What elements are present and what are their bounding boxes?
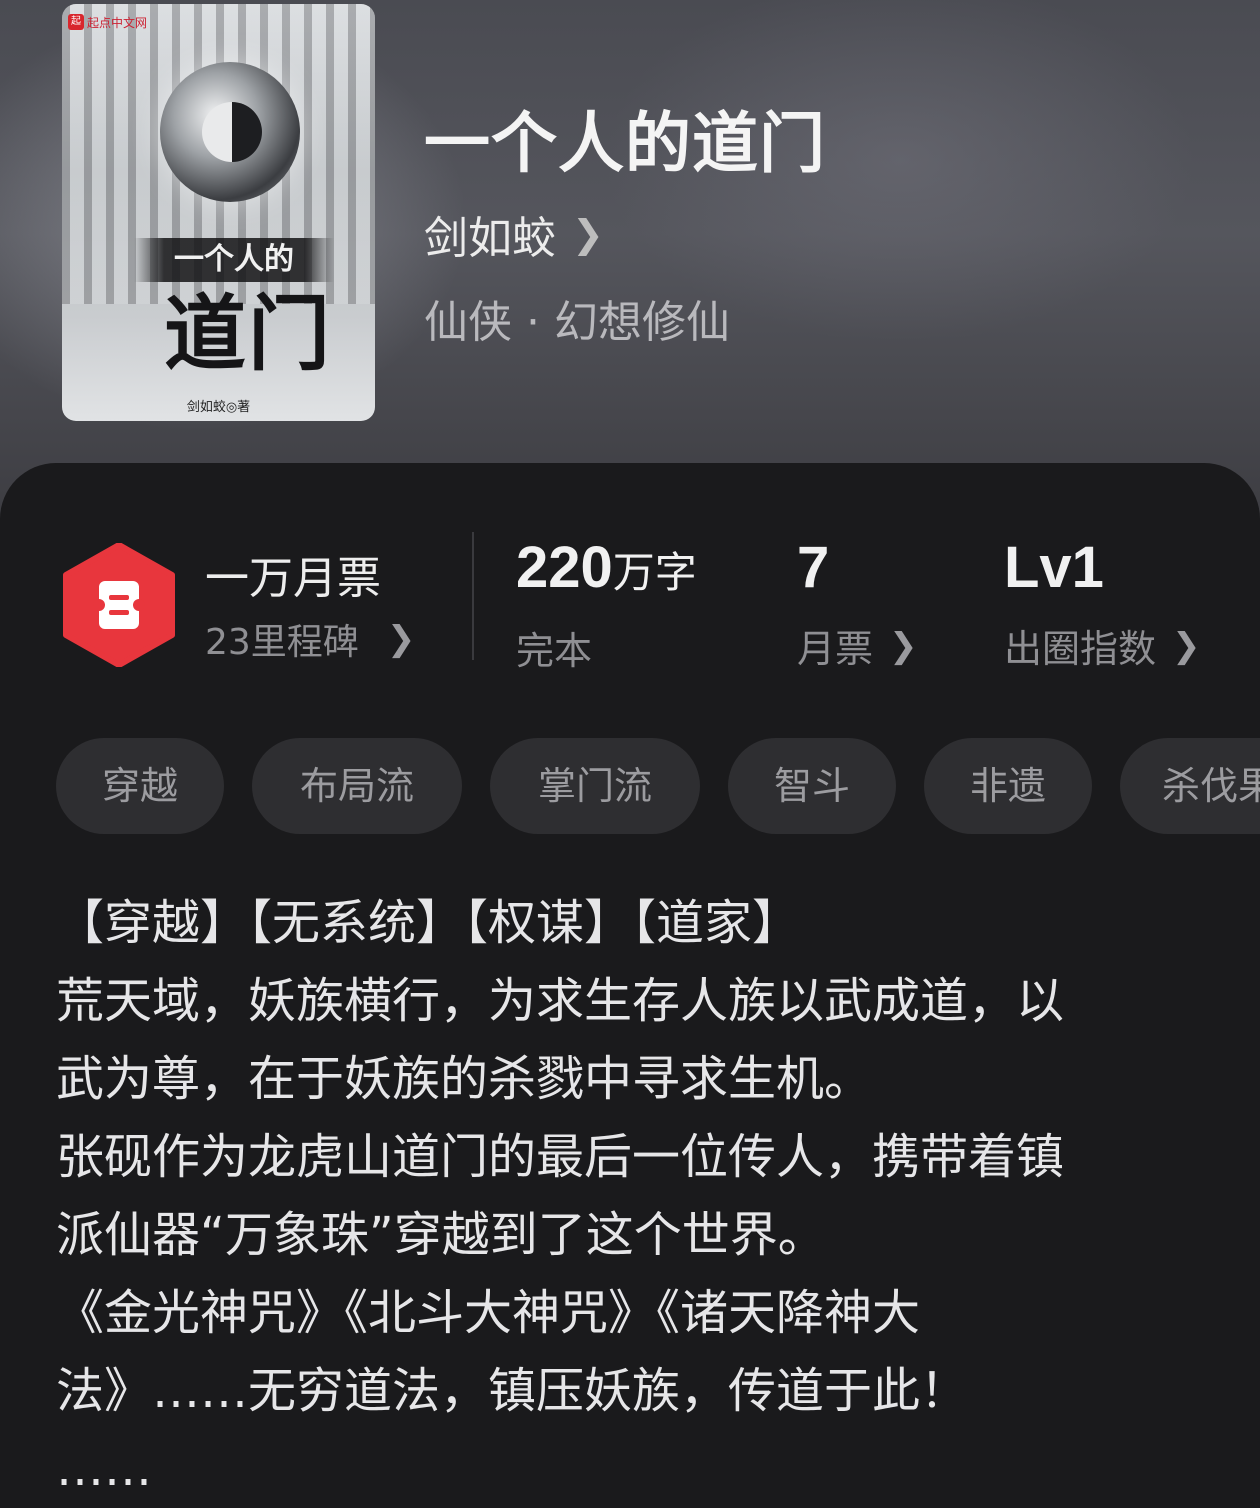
popularity-label: 出圈指数 — [1004, 627, 1157, 671]
book-title: 一个人的道门 — [424, 104, 826, 182]
completion-status: 完本 — [516, 629, 593, 673]
tag-chip[interactable]: 杀伐果断 — [1120, 738, 1260, 834]
tag-chip[interactable]: 非遗 — [924, 738, 1092, 834]
chevron-right-icon: ❯ — [889, 625, 918, 666]
milestone-label: 23里程碑 — [205, 622, 359, 663]
genre-label[interactable]: 仙侠 · 幻想修仙 — [424, 286, 730, 350]
milestone-link[interactable]: 23里程碑 ❯ — [205, 613, 415, 665]
tag-chip[interactable]: 掌门流 — [490, 738, 700, 834]
monthly-ticket-label: 月票 — [797, 627, 874, 671]
word-count-number: 220 — [516, 535, 613, 600]
divider — [472, 532, 474, 660]
cover-author: 剑如蛟◎著 — [186, 400, 251, 415]
chevron-right-icon: ❯ — [386, 619, 416, 659]
chevron-right-icon: ❯ — [1172, 625, 1201, 666]
chevron-right-icon: ❯ — [572, 212, 604, 256]
tag-chip[interactable]: 智斗 — [728, 738, 896, 834]
ticket-title[interactable]: 一万月票 — [205, 542, 381, 606]
book-header: 起起点中文网 一个人的 道门 剑如蛟◎著 一个人的道门 剑如蛟 ❯ 仙侠 · 幻… — [0, 0, 1260, 520]
word-count-stat: 220万字 完本 — [516, 538, 697, 675]
description-line: 《金光神咒》《北斗大神咒》《诸天降神大 — [56, 1285, 921, 1341]
author-link[interactable]: 剑如蛟 ❯ — [424, 202, 604, 266]
book-cover[interactable]: 起起点中文网 一个人的 道门 剑如蛟◎著 — [62, 4, 375, 421]
monthly-ticket-number: 7 — [797, 535, 830, 600]
publisher-logo: 起起点中文网 — [68, 10, 154, 34]
description-line: 法》……无穷道法，镇压妖族，传道于此！ — [56, 1363, 969, 1419]
author-name: 剑如蛟 — [424, 213, 556, 264]
yin-yang-orb — [160, 62, 300, 202]
tag-chip[interactable]: 布局流 — [252, 738, 462, 834]
word-count-unit: 万字 — [612, 548, 697, 597]
cover-title-small: 一个人的 — [134, 238, 334, 282]
book-description[interactable]: 【穿越】【无系统】【权谋】【道家】 荒天域，妖族横行，为求生存人族以武成道，以 … — [56, 884, 1206, 1508]
cover-title-big: 道门 — [163, 286, 332, 382]
description-line: 【穿越】【无系统】【权谋】【道家】 — [56, 895, 801, 951]
monthly-ticket-stat[interactable]: 7 月票 ❯ — [797, 538, 918, 673]
ticket-icon[interactable] — [62, 543, 176, 667]
description-line: 武为尊，在于妖族的杀戮中寻求生机。 — [56, 1051, 873, 1107]
description-line: 荒天域，妖族横行，为求生存人族以武成道，以 — [56, 973, 1065, 1029]
popularity-index-stat[interactable]: Lv1 出圈指数 ❯ — [1004, 538, 1201, 673]
popularity-level: Lv1 — [1004, 535, 1104, 600]
description-line: 张砚作为龙虎山道门的最后一位传人，携带着镇 — [56, 1129, 1065, 1185]
description-line: …… — [56, 1441, 152, 1497]
description-line: 派仙器“万象珠”穿越到了这个世界。 — [56, 1207, 826, 1263]
tag-list: 穿越 布局流 掌门流 智斗 非遗 杀伐果断 — [56, 738, 1260, 834]
tag-chip[interactable]: 穿越 — [56, 738, 224, 834]
